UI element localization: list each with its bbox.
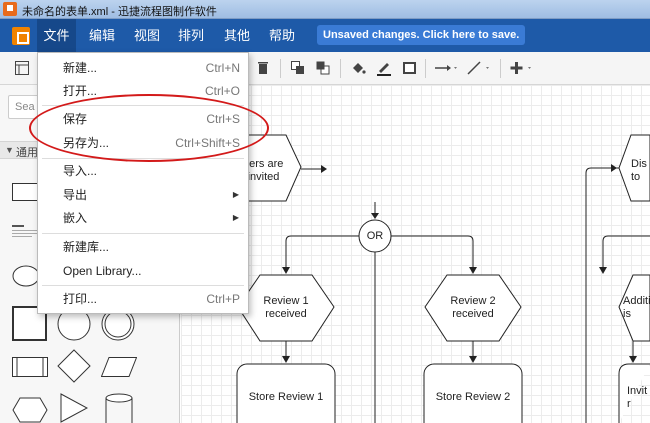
menu-item-shortcut: Ctrl+P: [206, 292, 240, 306]
delete-icon[interactable]: [255, 60, 271, 76]
menu-separator: [42, 158, 244, 159]
to-back-icon[interactable]: [315, 60, 331, 76]
insert-icon[interactable]: [509, 60, 535, 76]
section-label: 通用: [16, 147, 38, 159]
menu-separator: [42, 285, 244, 286]
submenu-arrow-icon: ▶: [232, 190, 239, 199]
node-dis-label: Dis to: [631, 158, 647, 183]
menu-item-label: 新建库...: [63, 240, 110, 254]
menu-help[interactable]: 帮助: [264, 19, 300, 52]
window-title: 未命名的表单.xml - 迅捷流程图制作软件: [22, 6, 217, 18]
menu-item-label: 打印...: [63, 292, 98, 306]
menu-item-shortcut: Ctrl+O: [204, 84, 240, 98]
menu-item-label: 导出: [63, 188, 88, 202]
app-icon: [3, 2, 17, 16]
shape-rectangle[interactable]: [12, 183, 38, 201]
node-or-label: OR: [366, 230, 384, 242]
menu-item-label: 导入...: [63, 164, 98, 178]
to-front-icon[interactable]: [290, 60, 306, 76]
submenu-arrow-icon: ▶: [232, 213, 239, 222]
unsaved-changes-button[interactable]: Unsaved changes. Click here to save.: [317, 25, 526, 45]
node-store-review-2-label: Store Review 2: [435, 391, 511, 403]
menu-item-import[interactable]: 导入...: [38, 160, 248, 182]
menu-item-save-as[interactable]: 另存为... Ctrl+Shift+S: [38, 132, 248, 154]
shape-cylinder[interactable]: [105, 393, 133, 423]
shape-process[interactable]: [12, 357, 48, 377]
waypoints-icon[interactable]: [466, 60, 492, 76]
menu-item-open-library[interactable]: Open Library...: [38, 260, 248, 282]
menu-item-embed[interactable]: 嵌入 ▶: [38, 207, 248, 229]
shape-text-block[interactable]: [12, 223, 38, 241]
node-review-1-label: Review 1 received: [263, 295, 309, 320]
shape-triangle[interactable]: [60, 393, 89, 423]
app-logo-icon: [12, 27, 30, 45]
title-bar: 未命名的表单.xml - 迅捷流程图制作软件: [0, 0, 650, 19]
menu-item-export[interactable]: 导出 ▶: [38, 184, 248, 206]
node-store-review-1-label: Store Review 1: [248, 391, 324, 403]
menu-other[interactable]: 其他: [219, 19, 255, 52]
file-menu-dropdown: 新建... Ctrl+N 打开... Ctrl+O 保存 Ctrl+S 另存为.…: [37, 52, 249, 314]
menu-item-label: 新建...: [63, 61, 98, 75]
menu-separator: [42, 233, 244, 234]
diagram-canvas[interactable]: vers are invited OR Review 1 received Re…: [181, 85, 650, 423]
menu-item-open[interactable]: 打开... Ctrl+O: [38, 80, 248, 102]
menu-item-label: 保存: [63, 112, 88, 126]
toolbar-divider: [500, 59, 501, 78]
shape-ellipse[interactable]: [12, 265, 40, 287]
menu-item-label: 嵌入: [63, 211, 88, 225]
menu-item-shortcut: Ctrl+Shift+S: [175, 136, 240, 150]
shape-parallelogram[interactable]: [100, 357, 138, 377]
menu-view[interactable]: 视图: [129, 19, 165, 52]
node-invite-label: Invit r: [627, 385, 648, 410]
menu-arrange[interactable]: 排列: [173, 19, 209, 52]
menu-item-label: 另存为...: [63, 136, 110, 150]
flowchart-diagram: [200, 134, 650, 423]
format-panel-icon[interactable]: [14, 60, 30, 76]
menu-separator: [42, 105, 244, 106]
menu-item-print[interactable]: 打印... Ctrl+P: [38, 288, 248, 310]
connection-style-icon[interactable]: [434, 60, 460, 76]
menu-item-label: 打开...: [63, 84, 98, 98]
menu-edit[interactable]: 编辑: [84, 19, 120, 52]
menu-item-label: Open Library...: [63, 264, 142, 278]
menu-item-new-library[interactable]: 新建库...: [38, 236, 248, 258]
toolbar-divider: [340, 59, 341, 78]
collapse-arrow-icon: ▼: [5, 145, 14, 155]
menu-item-new[interactable]: 新建... Ctrl+N: [38, 57, 248, 79]
node-additional-label: Additi is: [623, 295, 650, 320]
toolbar-divider: [280, 59, 281, 78]
shadow-icon[interactable]: [402, 60, 418, 76]
menu-item-shortcut: Ctrl+N: [205, 61, 240, 75]
menu-file[interactable]: 文件: [37, 19, 76, 52]
node-review-2-label: Review 2 received: [450, 295, 496, 320]
menu-item-shortcut: Ctrl+S: [206, 112, 240, 126]
toolbar-divider: [425, 59, 426, 78]
arrow-head: [321, 165, 327, 173]
line-color-icon[interactable]: [376, 60, 392, 76]
menu-bar: 文件 编辑 视图 排列 其他 帮助 Unsaved changes. Click…: [0, 19, 650, 52]
menu-item-save[interactable]: 保存 Ctrl+S: [38, 108, 248, 130]
fill-color-icon[interactable]: [350, 60, 366, 76]
shape-hexagon[interactable]: [12, 397, 48, 423]
shape-diamond[interactable]: [57, 349, 91, 383]
